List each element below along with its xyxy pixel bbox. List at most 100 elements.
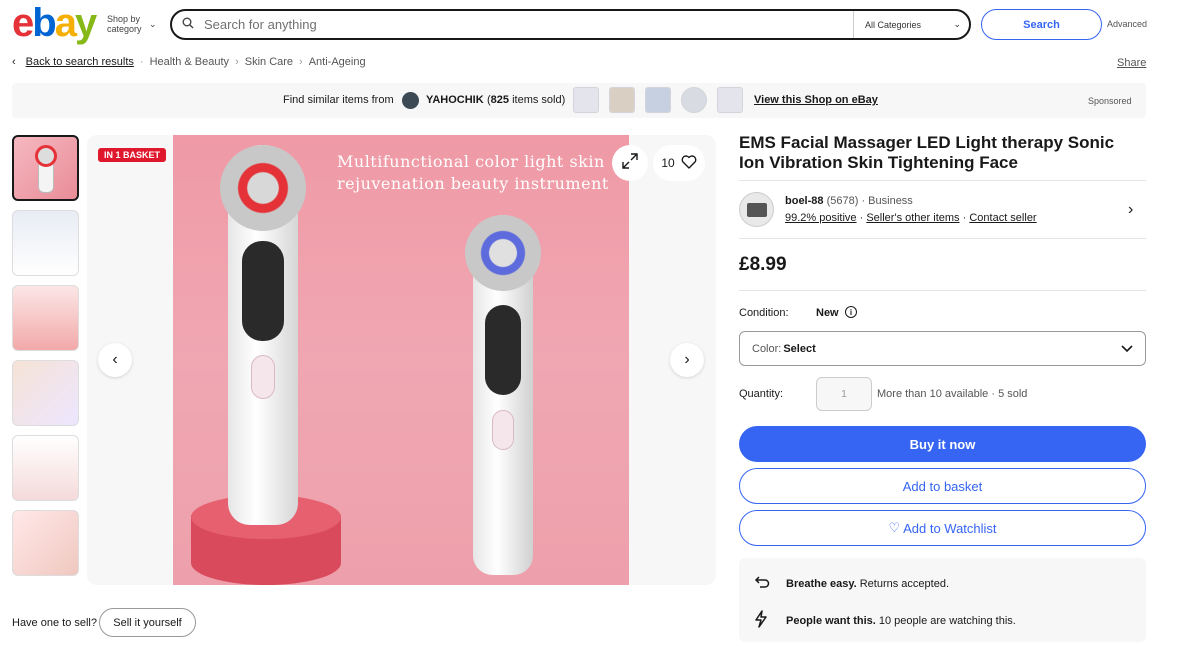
thumbnail-device-image	[35, 145, 57, 167]
breadcrumb-item[interactable]: Anti-Ageing	[309, 56, 366, 68]
shop-by-label: Shop by	[107, 14, 141, 24]
buy-it-now-button[interactable]: Buy it now	[739, 426, 1146, 462]
category-select[interactable]: All Categories ⌄	[853, 11, 969, 38]
divider	[739, 180, 1146, 181]
gallery-thumbnail[interactable]	[12, 510, 79, 576]
gallery-thumbnail[interactable]	[12, 285, 79, 351]
search-button[interactable]: Search	[981, 9, 1102, 40]
seller-avatar[interactable]	[739, 192, 774, 227]
logo-letter: y	[74, 1, 97, 45]
seller-feedback-count: (5678)	[826, 195, 859, 207]
shop-by-category[interactable]: Shop by category ⌄	[107, 14, 157, 34]
heart-icon: ♡	[888, 520, 901, 535]
promo-box: Breathe easy. Returns accepted. People w…	[739, 558, 1146, 642]
search-icon	[172, 17, 204, 32]
promo-row: People want this. 10 people are watching…	[754, 610, 1016, 632]
shop-name[interactable]: YAHOCHIK	[426, 94, 484, 106]
chevron-right-icon: ›	[684, 351, 690, 368]
view-shop-link[interactable]: View this Shop on eBay	[754, 94, 878, 106]
add-to-basket-button[interactable]: Add to basket	[739, 468, 1146, 504]
contact-seller-link[interactable]: Contact seller	[969, 212, 1036, 224]
quantity-input[interactable]: 1	[816, 377, 872, 411]
return-arrow-icon	[754, 574, 786, 594]
chevron-left-icon: ‹	[112, 351, 118, 368]
seller-name[interactable]: boel-88	[785, 195, 824, 207]
back-to-results-link[interactable]: Back to search results	[26, 56, 134, 68]
separator-dot: ·	[859, 212, 864, 224]
search-bar: All Categories ⌄	[170, 9, 971, 40]
chevron-down-icon: ⌄	[149, 19, 157, 29]
banner-thumbnail[interactable]	[609, 87, 635, 113]
gallery-thumbnail[interactable]	[12, 435, 79, 501]
seller-positive-link[interactable]: 99.2% positive	[785, 212, 857, 224]
quantity-label: Quantity:	[739, 388, 784, 400]
promo-bold: People want this.	[786, 615, 876, 627]
breadcrumb-item[interactable]: Skin Care	[245, 56, 293, 68]
lightning-icon	[754, 610, 786, 632]
sponsored-banner: Find similar items from YAHOCHIK (825 it…	[12, 83, 1146, 118]
gallery-thumbnail[interactable]	[12, 210, 79, 276]
photo-headline-line: Multifunctional color light skin	[337, 152, 605, 171]
banner-thumbnail[interactable]	[681, 87, 707, 113]
photo-headline: Multifunctional color light skin rejuven…	[337, 151, 629, 195]
separator-dot: ·	[962, 212, 967, 224]
condition-label: Condition:	[739, 307, 789, 319]
divider	[739, 238, 1146, 239]
breadcrumb: ‹ Back to search results · Health & Beau…	[12, 56, 366, 68]
shop-by-label-2: category	[107, 24, 142, 34]
share-link[interactable]: Share	[1117, 57, 1146, 69]
logo-letter: e	[12, 1, 34, 45]
seller-type: Business	[868, 195, 913, 207]
banner-thumbnail[interactable]	[573, 87, 599, 113]
price: £8.99	[739, 254, 787, 275]
breadcrumb-item[interactable]: Health & Beauty	[150, 56, 230, 68]
thumbnail-rail	[12, 135, 81, 585]
banner-thumbnail[interactable]	[717, 87, 743, 113]
color-select-value: Select	[783, 342, 816, 355]
divider	[739, 290, 1146, 291]
gallery-thumbnail[interactable]	[12, 135, 79, 201]
promo-text: 10 people are watching this.	[878, 615, 1016, 627]
next-image-button[interactable]: ›	[670, 343, 704, 377]
separator-dot: ·	[861, 195, 866, 207]
category-select-value: All Categories	[865, 19, 922, 30]
sell-it-yourself-button[interactable]: Sell it yourself	[99, 608, 196, 637]
add-to-watchlist-button[interactable]: ♡ Add to Watchlist	[739, 510, 1146, 546]
chevron-left-icon: ‹	[12, 56, 16, 68]
banner-thumbnail[interactable]	[645, 87, 671, 113]
ebay-logo[interactable]: ebay	[12, 3, 97, 43]
breadcrumb-separator: ›	[299, 56, 303, 68]
product-photo: Multifunctional color light skin rejuven…	[173, 135, 629, 585]
condition-value: New	[816, 307, 839, 319]
gallery-thumbnail[interactable]	[12, 360, 79, 426]
expand-icon	[621, 152, 639, 175]
color-select[interactable]: Color: Select	[739, 331, 1146, 366]
info-icon[interactable]: i	[845, 306, 857, 318]
expand-image-button[interactable]	[612, 145, 648, 181]
promo-row: Breathe easy. Returns accepted.	[754, 574, 949, 594]
add-to-watchlist-label: Add to Watchlist	[903, 520, 997, 536]
breadcrumb-separator: ·	[139, 56, 144, 68]
seller-other-items-link[interactable]: Seller's other items	[866, 212, 959, 224]
promo-text: Returns accepted.	[859, 578, 950, 590]
find-similar-label: Find similar items from	[283, 94, 394, 106]
device-image-blue	[465, 215, 541, 575]
chevron-down-icon	[1121, 341, 1133, 356]
main-product-image[interactable]: Multifunctional color light skin rejuven…	[87, 135, 716, 585]
have-one-to-sell-label: Have one to sell?	[12, 617, 97, 629]
logo-letter: a	[54, 1, 77, 45]
chevron-right-icon[interactable]: ›	[1128, 201, 1133, 219]
previous-image-button[interactable]: ‹	[98, 343, 132, 377]
seller-links: 99.2% positive · Seller's other items · …	[785, 212, 1037, 224]
listing-title: EMS Facial Massager LED Light therapy So…	[739, 133, 1115, 172]
search-input[interactable]	[204, 17, 853, 32]
shop-items-sold: (825 items sold)	[487, 94, 565, 106]
device-image-red	[220, 145, 306, 525]
availability-text: More than 10 available · 5 sold	[877, 388, 1028, 400]
watch-count-button[interactable]: 10	[653, 145, 705, 181]
logo-letter: b	[32, 1, 56, 45]
shop-count-suffix: items sold)	[509, 94, 566, 106]
heart-icon	[681, 154, 697, 172]
in-basket-badge: IN 1 BASKET	[98, 148, 167, 162]
advanced-search-link[interactable]: Advanced	[1107, 19, 1147, 29]
